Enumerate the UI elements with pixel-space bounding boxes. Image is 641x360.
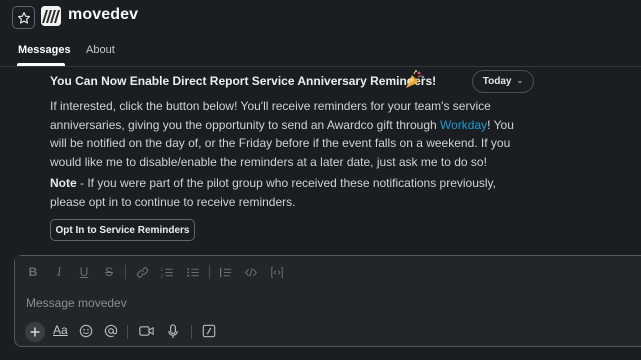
plus-icon <box>30 327 40 337</box>
opt-in-button[interactable]: Opt In to Service Reminders <box>50 219 195 241</box>
bulleted-list-icon[interactable] <box>186 265 200 279</box>
toolbar-divider <box>191 325 192 339</box>
code-icon[interactable] <box>244 265 258 279</box>
message-paragraph-1: If interested, click the button below! Y… <box>50 97 520 172</box>
strikethrough-icon[interactable]: S <box>102 265 116 279</box>
message-input[interactable]: Message movedev <box>26 296 127 310</box>
message-composer: B I U S 12 Message movedev Aa <box>14 255 641 347</box>
channel-header: movedev Messages About <box>0 0 641 67</box>
blockquote-icon[interactable] <box>218 265 232 279</box>
toolbar-divider <box>125 265 126 279</box>
toolbar-divider <box>209 265 210 279</box>
bold-icon[interactable]: B <box>26 265 40 279</box>
paragraph-line: anniversaries, giving you the opportunit… <box>50 116 520 135</box>
text-span: - If you were part of the pilot group wh… <box>76 176 497 190</box>
text-span: anniversaries, giving you the opportunit… <box>50 117 441 132</box>
tab-about[interactable]: About <box>86 44 115 56</box>
mention-icon[interactable] <box>104 324 118 338</box>
video-icon[interactable] <box>139 325 154 337</box>
workday-link[interactable]: Workday <box>440 118 487 132</box>
star-button[interactable] <box>12 6 35 29</box>
svg-text:1: 1 <box>161 266 164 271</box>
slash-command-icon[interactable] <box>202 324 216 338</box>
ordered-list-icon[interactable]: 12 <box>160 265 174 279</box>
date-divider-button[interactable]: Today ⌄ <box>472 70 534 93</box>
active-tab-indicator <box>17 63 65 66</box>
emoji-icon[interactable] <box>79 324 93 338</box>
message-paragraph-2: Note - If you were part of the pilot gro… <box>50 174 520 211</box>
microphone-icon[interactable] <box>167 324 179 339</box>
paragraph-line: would like me to disable/enable the remi… <box>50 155 487 170</box>
text-span: ! You <box>487 117 514 132</box>
formatting-toolbar: B I U S 12 <box>15 256 641 290</box>
paragraph-line: please opt in to continue to receive rem… <box>50 194 296 209</box>
italic-icon[interactable]: I <box>52 264 66 279</box>
chevron-down-icon: ⌄ <box>516 76 524 85</box>
note-label: Note <box>50 176 77 190</box>
party-popper-icon <box>404 69 426 94</box>
paragraph-line: will be notified on the day of, or the F… <box>50 136 511 151</box>
message-title: You Can Now Enable Direct Report Service… <box>50 74 437 88</box>
app-name[interactable]: movedev <box>68 6 138 24</box>
paragraph-line: Note - If you were part of the pilot gro… <box>50 174 520 193</box>
attach-button[interactable] <box>25 322 45 342</box>
paragraph-line: If interested, click the button below! Y… <box>50 99 491 113</box>
tab-messages[interactable]: Messages <box>18 44 71 56</box>
text-format-icon[interactable]: Aa <box>53 323 68 337</box>
app-logo-icon[interactable] <box>41 6 61 26</box>
date-label: Today <box>482 76 512 87</box>
toolbar-divider <box>127 325 128 339</box>
star-icon <box>17 11 30 24</box>
svg-text:2: 2 <box>161 273 164 278</box>
code-block-icon[interactable] <box>270 265 284 279</box>
underline-icon[interactable]: U <box>77 265 91 279</box>
link-icon[interactable] <box>135 265 149 279</box>
